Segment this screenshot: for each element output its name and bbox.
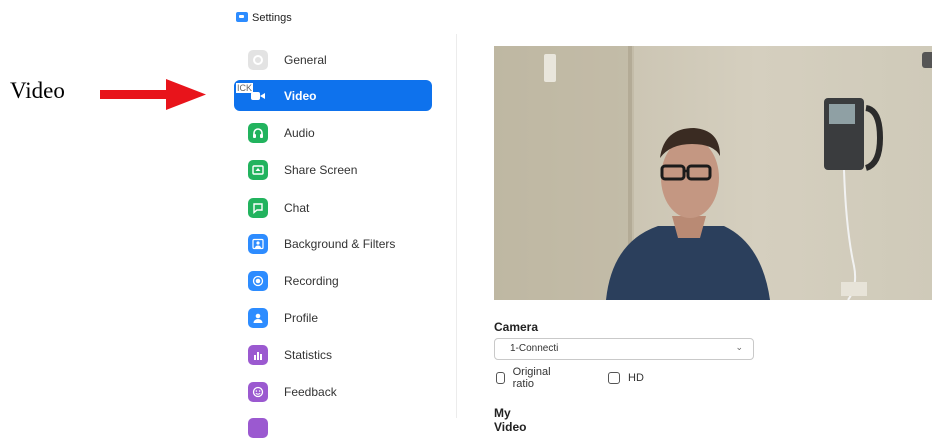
partial-icon (248, 417, 268, 438)
sidebar-item-label: Profile (284, 310, 319, 325)
sidebar-item-general[interactable]: General (234, 44, 432, 75)
original-ratio-label: Original ratio (512, 366, 551, 390)
red-arrow-icon (100, 79, 206, 110)
overlay-fragment-text: ICK (236, 83, 254, 93)
sidebar-item-label: Statistics (284, 347, 333, 362)
smiley-icon (248, 381, 268, 402)
sidebar-item-label: Feedback (284, 384, 337, 399)
sidebar-item-profile[interactable]: Profile (234, 302, 432, 333)
sidebar-item-background-filters[interactable]: Background & Filters (234, 228, 432, 259)
annotation-label: Video (10, 78, 65, 103)
sidebar-item-label: Background & Filters (284, 236, 396, 251)
sidebar-item-label: Share Screen (284, 162, 358, 177)
chevron-down-icon: ⌄ (735, 342, 743, 352)
sidebar-item-label: Audio (284, 125, 315, 140)
original-ratio-option[interactable]: Original ratio (496, 366, 554, 390)
gear-icon (248, 49, 268, 70)
settings-window: Settings General Video Audio Share Scree… (228, 0, 932, 438)
bar-chart-icon (248, 344, 268, 365)
sidebar-item-label: Chat (284, 200, 310, 215)
sidebar-item-chat[interactable]: Chat (234, 192, 432, 223)
sidebar-item-label: Recording (284, 273, 339, 288)
camera-label: Camera (494, 320, 539, 334)
camera-select[interactable]: 1-Connecti ⌄ (494, 338, 754, 360)
window-title: Settings (252, 12, 292, 24)
share-screen-icon (248, 159, 268, 180)
headphones-icon (248, 122, 268, 143)
sidebar-item-partial[interactable] (234, 412, 432, 443)
sidebar-item-statistics[interactable]: Statistics (234, 339, 432, 370)
record-icon (248, 270, 268, 291)
title-bar: Settings (228, 0, 932, 34)
sidebar-item-feedback[interactable]: Feedback (234, 376, 432, 407)
zoom-app-icon (236, 12, 248, 22)
rotate-camera-icon[interactable] (922, 52, 932, 68)
camera-preview-image (494, 46, 932, 300)
chat-bubble-icon (248, 197, 268, 218)
hd-label: HD (628, 372, 644, 384)
camera-select-value: 1-Connecti (510, 343, 559, 354)
profile-person-icon (248, 307, 268, 328)
sidebar-item-label: General (284, 52, 327, 67)
sidebar-item-video[interactable]: Video (234, 80, 432, 111)
hd-option[interactable]: HD (608, 370, 644, 386)
hd-checkbox[interactable] (608, 372, 620, 384)
original-ratio-checkbox[interactable] (496, 372, 505, 384)
background-person-icon (248, 233, 268, 254)
sidebar-item-recording[interactable]: Recording (234, 265, 432, 296)
sidebar-item-audio[interactable]: Audio (234, 117, 432, 148)
camera-preview (494, 46, 932, 300)
sidebar-item-label: Video (284, 88, 317, 103)
settings-sidebar: General Video Audio Share Screen Chat Ba… (228, 34, 457, 438)
sidebar-item-share-screen[interactable]: Share Screen (234, 154, 432, 185)
my-video-label: My Video (494, 406, 527, 434)
